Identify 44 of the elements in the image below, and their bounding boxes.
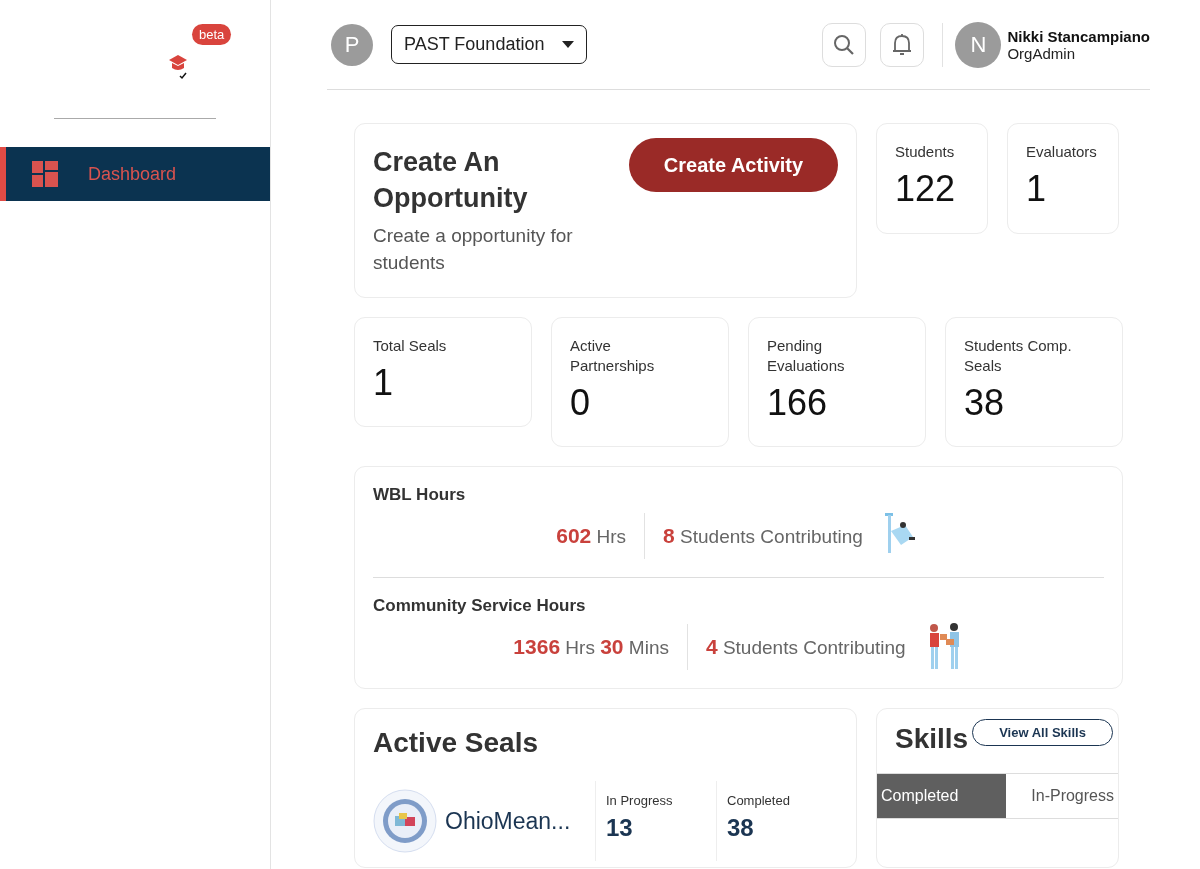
section-title: WBL Hours bbox=[373, 485, 467, 505]
column-label: In Progress bbox=[606, 793, 674, 808]
section-title: Community Service Hours bbox=[373, 596, 587, 616]
dashboard-icon bbox=[32, 161, 58, 187]
notifications-button[interactable] bbox=[880, 22, 925, 67]
card-title: Create An Opportunity bbox=[373, 146, 529, 215]
beta-badge: beta bbox=[192, 24, 232, 45]
create-activity-button[interactable]: Create Activity bbox=[629, 138, 838, 192]
stat-value: 166 bbox=[767, 382, 829, 424]
seal-emblem-icon bbox=[373, 789, 437, 853]
search-icon bbox=[833, 33, 856, 56]
stat-value: 1 bbox=[373, 362, 395, 404]
students-contributing: 4 Students Contributing bbox=[705, 635, 906, 659]
students-contributing: 8 Students Contributing bbox=[663, 524, 863, 548]
stat-value: 0 bbox=[570, 382, 592, 424]
stat-value: 1 bbox=[1026, 168, 1048, 210]
card-title: Active Seals bbox=[373, 727, 539, 759]
seal-name[interactable]: OhioMean... bbox=[445, 807, 595, 835]
stat-label: Active Partnerships bbox=[570, 336, 656, 376]
stat-label: Evaluators bbox=[1026, 142, 1098, 162]
in-progress-count: 13 bbox=[606, 814, 634, 842]
completed-count: 38 bbox=[727, 814, 755, 842]
user-name: Nikki Stancampiano bbox=[1007, 27, 1150, 45]
skills-tab[interactable]: Completed bbox=[877, 774, 1007, 818]
stat-label: Pending Evaluations bbox=[767, 336, 846, 376]
stat-value: 122 bbox=[895, 168, 957, 210]
hours-total: 602 Hrs bbox=[556, 524, 627, 548]
user-role: OrgAdmin bbox=[1007, 44, 1075, 62]
org-avatar: P bbox=[331, 23, 373, 66]
card-title: Skills bbox=[895, 723, 969, 755]
stat-label: Students Comp. Seals bbox=[964, 336, 1073, 376]
graduation-cap-icon bbox=[168, 54, 190, 82]
stat-label: Total Seals bbox=[373, 336, 448, 356]
caret-icon bbox=[562, 41, 575, 48]
user-avatar: N bbox=[955, 21, 1002, 68]
stat-label: Students bbox=[895, 142, 956, 162]
card-subtitle: Create a opportunity for students bbox=[373, 224, 574, 275]
hours-total: 1366 Hrs 30 Mins bbox=[513, 635, 669, 659]
column-label: Completed bbox=[727, 793, 791, 808]
organization-dropdown[interactable]: PAST Foundation bbox=[391, 25, 588, 64]
bell-icon bbox=[892, 32, 913, 57]
stat-value: 38 bbox=[964, 382, 1006, 424]
view-all-skills-button[interactable]: View All Skills bbox=[972, 718, 1113, 746]
search-button[interactable] bbox=[822, 22, 867, 67]
